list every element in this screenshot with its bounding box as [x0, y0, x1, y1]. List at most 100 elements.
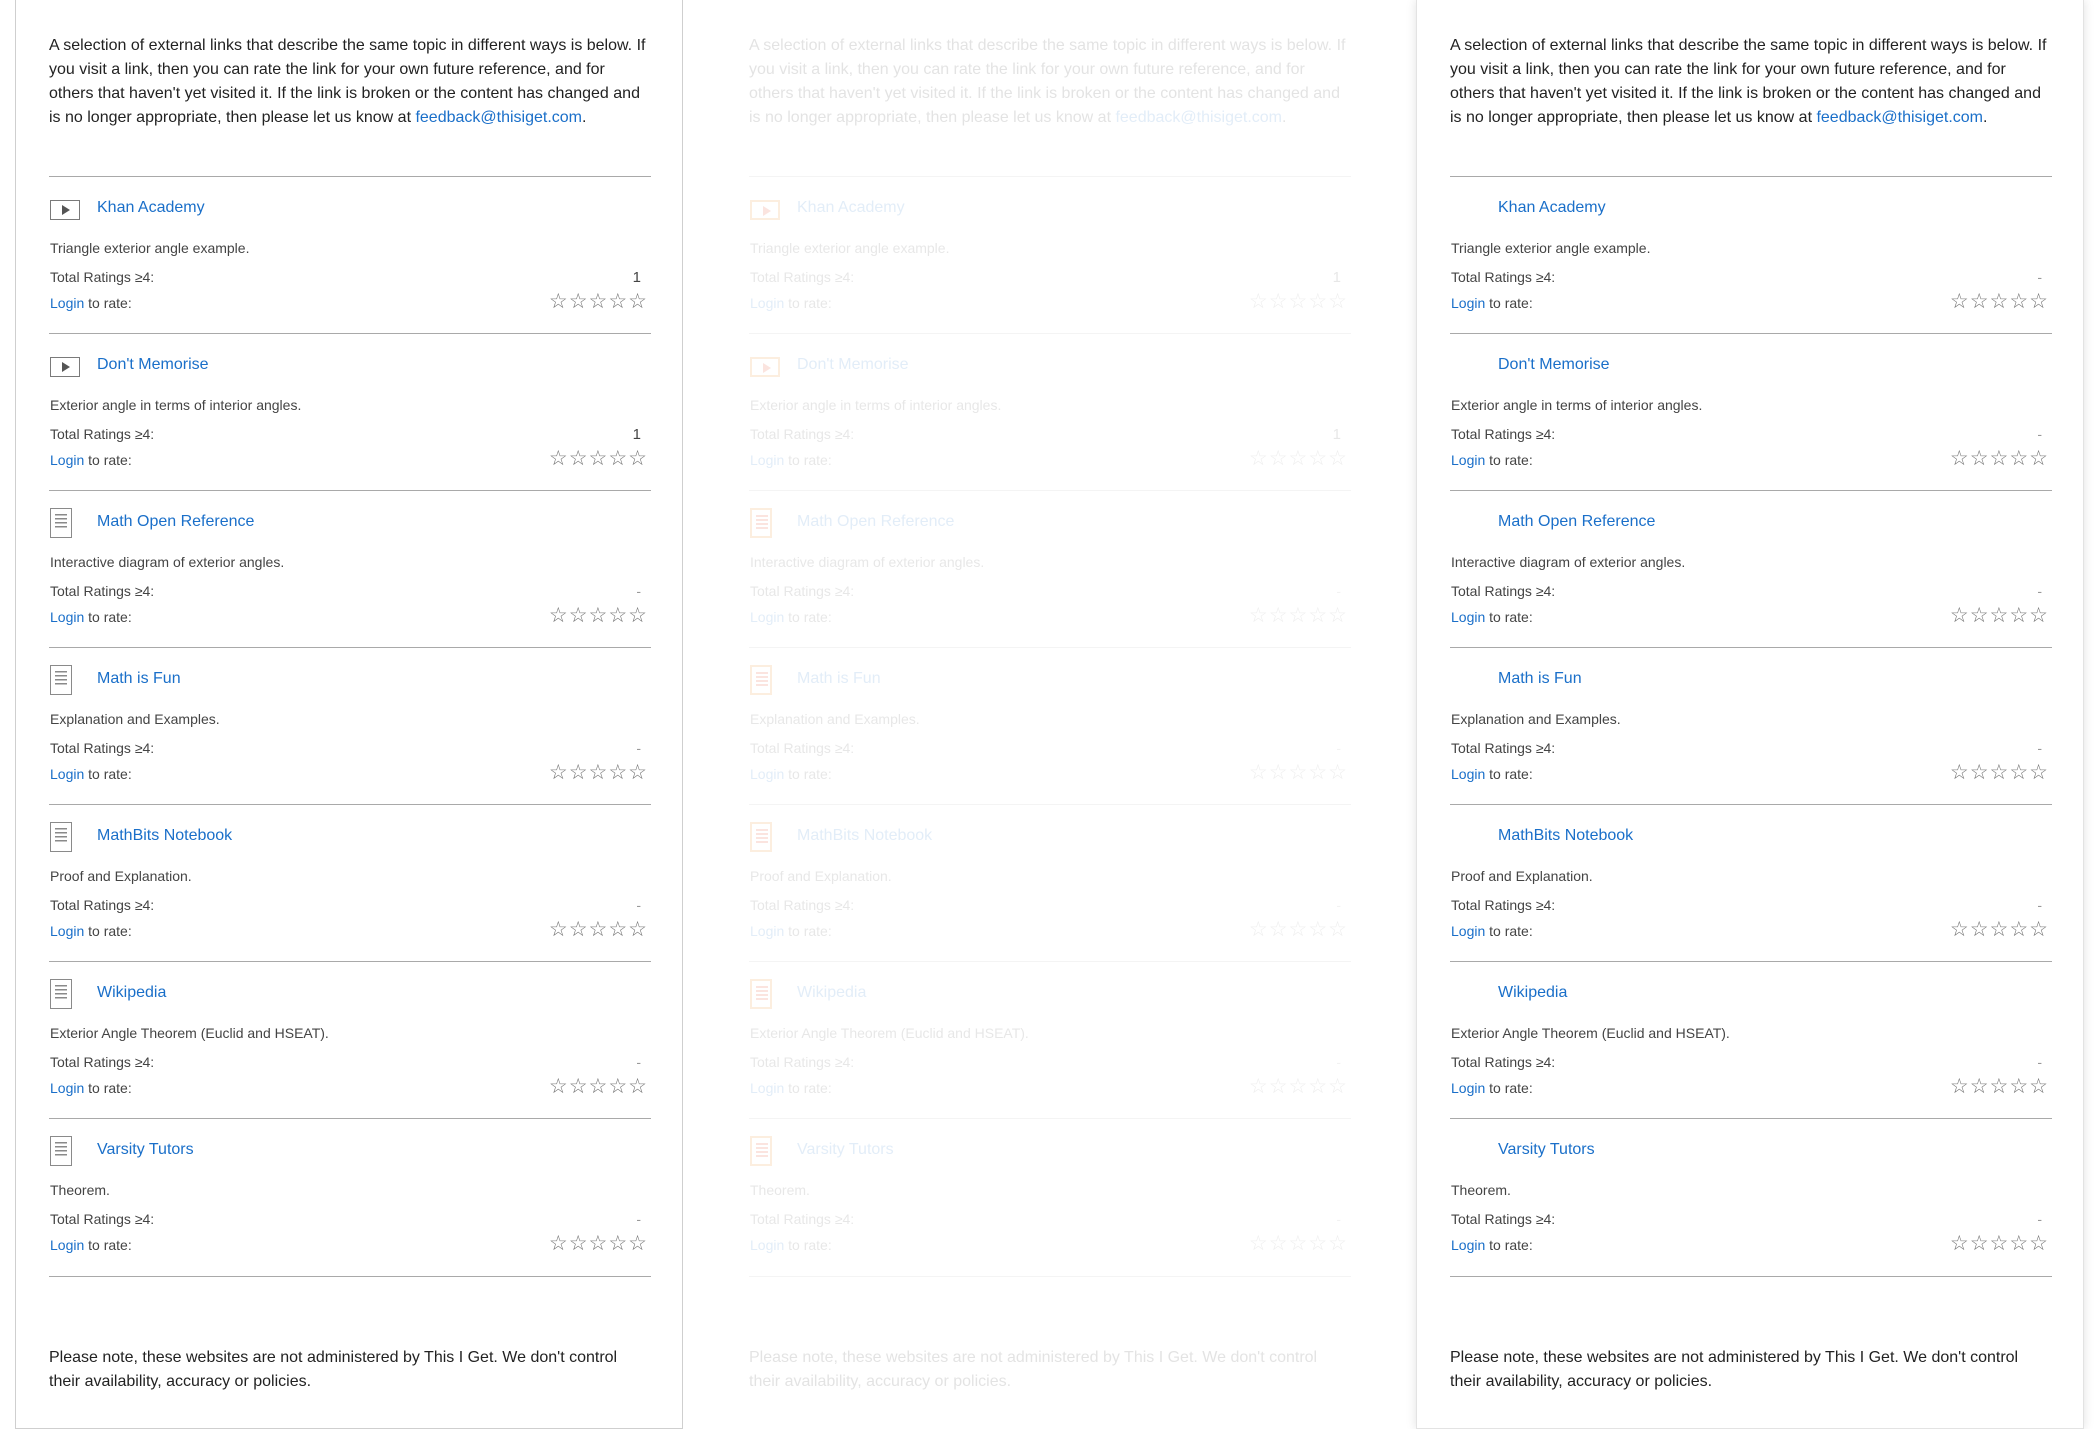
star-icon-2[interactable]: ☆	[1970, 761, 1990, 784]
star-icon-1[interactable]: ☆	[549, 447, 569, 470]
link-title[interactable]: Varsity Tutors	[797, 1141, 894, 1159]
link-title[interactable]: Varsity Tutors	[97, 1141, 194, 1159]
login-link[interactable]: Login	[750, 923, 784, 939]
star-icon-1[interactable]: ☆	[1249, 447, 1269, 470]
login-link[interactable]: Login	[1451, 923, 1485, 939]
star-icon-4[interactable]: ☆	[608, 1232, 628, 1255]
star-icon-4[interactable]: ☆	[608, 918, 628, 941]
login-link[interactable]: Login	[750, 452, 784, 468]
star-icon-1[interactable]: ☆	[1249, 761, 1269, 784]
star-icon-5[interactable]: ☆	[1328, 918, 1348, 941]
link-title[interactable]: Math is Fun	[797, 670, 881, 688]
link-title[interactable]: Wikipedia	[1498, 984, 1567, 1002]
star-icon-1[interactable]: ☆	[1249, 1075, 1269, 1098]
star-icon-1[interactable]: ☆	[1249, 1232, 1269, 1255]
star-icon-4[interactable]: ☆	[1308, 761, 1328, 784]
star-icon-1[interactable]: ☆	[1950, 761, 1970, 784]
link-title[interactable]: MathBits Notebook	[97, 827, 232, 845]
star-icon-3[interactable]: ☆	[1990, 761, 2010, 784]
star-icon-3[interactable]: ☆	[1990, 1075, 2010, 1098]
login-link[interactable]: Login	[50, 766, 84, 782]
star-icon-4[interactable]: ☆	[608, 1075, 628, 1098]
login-link[interactable]: Login	[1451, 1080, 1485, 1096]
login-link[interactable]: Login	[50, 295, 84, 311]
star-icon-1[interactable]: ☆	[1249, 918, 1269, 941]
star-icon-3[interactable]: ☆	[589, 1232, 609, 1255]
star-icon-3[interactable]: ☆	[589, 290, 609, 313]
link-title[interactable]: Math Open Reference	[1498, 513, 1655, 531]
star-icon-4[interactable]: ☆	[1308, 604, 1328, 627]
login-link[interactable]: Login	[750, 766, 784, 782]
star-icon-1[interactable]: ☆	[549, 290, 569, 313]
star-icon-3[interactable]: ☆	[589, 1075, 609, 1098]
star-icon-4[interactable]: ☆	[2009, 1232, 2029, 1255]
star-icon-5[interactable]: ☆	[628, 761, 648, 784]
feedback-email-link[interactable]: feedback@thisiget.com	[415, 109, 582, 126]
star-icon-4[interactable]: ☆	[2009, 918, 2029, 941]
star-icon-2[interactable]: ☆	[1970, 918, 1990, 941]
star-icon-4[interactable]: ☆	[608, 604, 628, 627]
star-icon-2[interactable]: ☆	[569, 604, 589, 627]
star-icon-4[interactable]: ☆	[2009, 290, 2029, 313]
star-icon-4[interactable]: ☆	[1308, 447, 1328, 470]
star-icon-3[interactable]: ☆	[1289, 761, 1309, 784]
star-icon-2[interactable]: ☆	[1269, 447, 1289, 470]
star-icon-4[interactable]: ☆	[1308, 290, 1328, 313]
star-icon-1[interactable]: ☆	[1249, 290, 1269, 313]
star-icon-5[interactable]: ☆	[2029, 761, 2049, 784]
login-link[interactable]: Login	[1451, 609, 1485, 625]
star-icon-2[interactable]: ☆	[1269, 1075, 1289, 1098]
star-icon-5[interactable]: ☆	[1328, 1075, 1348, 1098]
login-link[interactable]: Login	[1451, 295, 1485, 311]
login-link[interactable]: Login	[1451, 1237, 1485, 1253]
star-icon-2[interactable]: ☆	[1269, 604, 1289, 627]
star-icon-5[interactable]: ☆	[1328, 604, 1348, 627]
star-icon-4[interactable]: ☆	[2009, 761, 2029, 784]
link-title[interactable]: Wikipedia	[797, 984, 866, 1002]
feedback-email-link[interactable]: feedback@thisiget.com	[1816, 109, 1983, 126]
link-title[interactable]: Math Open Reference	[97, 513, 254, 531]
link-title[interactable]: Varsity Tutors	[1498, 1141, 1595, 1159]
star-icon-2[interactable]: ☆	[569, 447, 589, 470]
star-icon-2[interactable]: ☆	[569, 761, 589, 784]
star-icon-4[interactable]: ☆	[608, 290, 628, 313]
star-icon-3[interactable]: ☆	[589, 761, 609, 784]
login-link[interactable]: Login	[50, 1080, 84, 1096]
star-icon-4[interactable]: ☆	[2009, 604, 2029, 627]
star-icon-1[interactable]: ☆	[1950, 290, 1970, 313]
star-icon-3[interactable]: ☆	[1990, 918, 2010, 941]
login-link[interactable]: Login	[1451, 452, 1485, 468]
star-icon-2[interactable]: ☆	[1970, 1232, 1990, 1255]
star-icon-1[interactable]: ☆	[549, 918, 569, 941]
link-title[interactable]: Math is Fun	[97, 670, 181, 688]
star-icon-1[interactable]: ☆	[1950, 1232, 1970, 1255]
star-icon-5[interactable]: ☆	[628, 290, 648, 313]
star-icon-5[interactable]: ☆	[628, 1075, 648, 1098]
star-icon-4[interactable]: ☆	[1308, 918, 1328, 941]
star-icon-3[interactable]: ☆	[1289, 1075, 1309, 1098]
star-icon-4[interactable]: ☆	[2009, 447, 2029, 470]
star-icon-3[interactable]: ☆	[589, 447, 609, 470]
star-icon-1[interactable]: ☆	[1950, 1075, 1970, 1098]
star-icon-5[interactable]: ☆	[1328, 447, 1348, 470]
star-icon-3[interactable]: ☆	[1289, 1232, 1309, 1255]
star-icon-4[interactable]: ☆	[1308, 1232, 1328, 1255]
star-icon-5[interactable]: ☆	[2029, 1232, 2049, 1255]
star-icon-1[interactable]: ☆	[549, 761, 569, 784]
link-title[interactable]: MathBits Notebook	[1498, 827, 1633, 845]
star-icon-1[interactable]: ☆	[549, 604, 569, 627]
star-icon-5[interactable]: ☆	[2029, 290, 2049, 313]
star-icon-3[interactable]: ☆	[1289, 290, 1309, 313]
star-icon-5[interactable]: ☆	[628, 1232, 648, 1255]
star-icon-3[interactable]: ☆	[1990, 604, 2010, 627]
star-icon-2[interactable]: ☆	[569, 918, 589, 941]
star-icon-2[interactable]: ☆	[569, 1075, 589, 1098]
link-title[interactable]: Math is Fun	[1498, 670, 1582, 688]
link-title[interactable]: Wikipedia	[97, 984, 166, 1002]
login-link[interactable]: Login	[1451, 766, 1485, 782]
star-icon-2[interactable]: ☆	[1970, 290, 1990, 313]
star-icon-5[interactable]: ☆	[2029, 918, 2049, 941]
star-icon-1[interactable]: ☆	[549, 1232, 569, 1255]
link-title[interactable]: MathBits Notebook	[797, 827, 932, 845]
feedback-email-link[interactable]: feedback@thisiget.com	[1115, 109, 1282, 126]
